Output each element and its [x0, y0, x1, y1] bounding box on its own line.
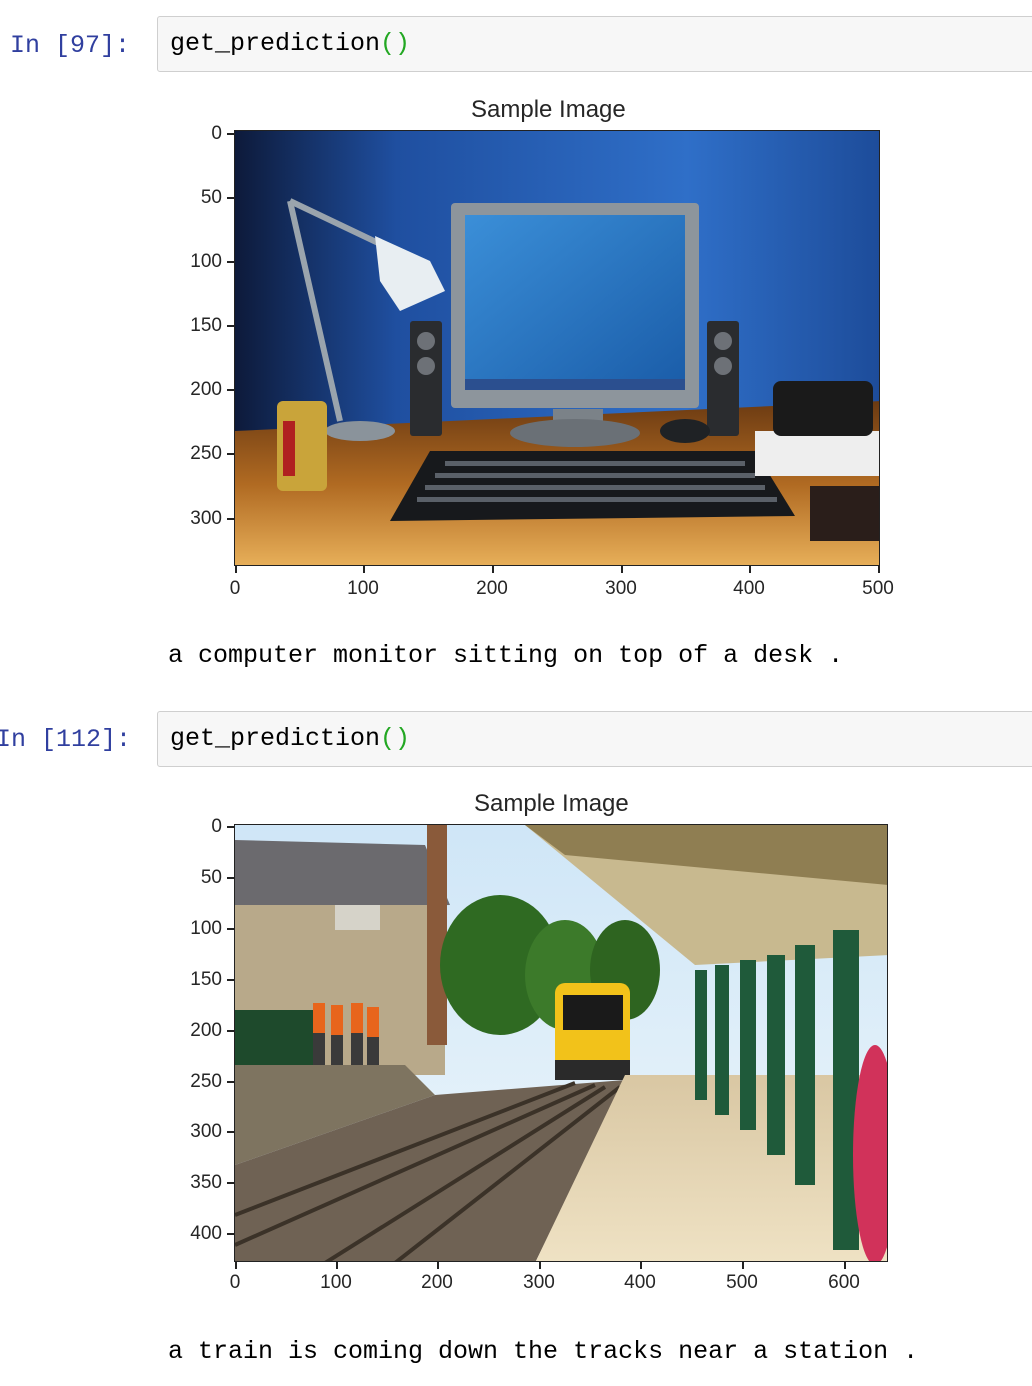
code-input[interactable]: get_prediction() [157, 16, 1032, 72]
x-tick-mark [363, 566, 365, 573]
x-tick-label: 0 [229, 578, 241, 599]
y-tick-mark [227, 979, 234, 981]
code-input[interactable]: get_prediction() [157, 711, 1032, 767]
code-parens: () [380, 29, 411, 58]
y-tick-label: 300 [190, 1121, 222, 1142]
code-parens: () [380, 724, 411, 753]
x-tick-mark [437, 1262, 439, 1269]
y-tick-mark [227, 261, 234, 263]
y-tick-label: 0 [211, 816, 222, 837]
x-tick-label: 500 [862, 578, 894, 599]
code-text: get_prediction() [170, 29, 410, 58]
sample-image-desk [234, 130, 880, 566]
x-tick-label: 500 [726, 1272, 758, 1293]
x-tick-mark [539, 1262, 541, 1269]
y-tick-label: 400 [190, 1223, 222, 1244]
y-tick-mark [227, 1131, 234, 1133]
y-tick-mark [227, 133, 234, 135]
y-tick-mark [227, 1233, 234, 1235]
x-tick-label: 300 [523, 1272, 555, 1293]
x-tick-mark [621, 566, 623, 573]
x-tick-label: 600 [828, 1272, 860, 1293]
x-tick-mark [742, 1262, 744, 1269]
y-tick-label: 100 [190, 918, 222, 939]
y-tick-label: 200 [190, 379, 222, 400]
x-tick-mark [235, 1262, 237, 1269]
plot-title: Sample Image [474, 790, 629, 817]
train-station-image [235, 825, 887, 1261]
y-tick-label: 100 [190, 251, 222, 272]
input-prompt: In [97]: [10, 31, 131, 60]
y-tick-mark [227, 1081, 234, 1083]
x-tick-mark [492, 566, 494, 573]
y-tick-label: 0 [211, 123, 222, 144]
input-prompt: In [112]: [0, 725, 132, 754]
desk-image [235, 131, 879, 565]
y-tick-mark [227, 877, 234, 879]
y-tick-mark [227, 453, 234, 455]
y-tick-mark [227, 325, 234, 327]
x-tick-mark [235, 566, 237, 573]
x-tick-label: 200 [421, 1272, 453, 1293]
x-tick-mark [336, 1262, 338, 1269]
x-tick-mark [640, 1262, 642, 1269]
x-tick-mark [844, 1262, 846, 1269]
x-tick-label: 400 [624, 1272, 656, 1293]
y-tick-label: 350 [190, 1172, 222, 1193]
y-tick-mark [227, 1030, 234, 1032]
y-tick-mark [227, 928, 234, 930]
x-tick-label: 300 [605, 578, 637, 599]
x-tick-label: 200 [476, 578, 508, 599]
y-tick-label: 200 [190, 1020, 222, 1041]
y-tick-label: 250 [190, 443, 222, 464]
sample-image-train [234, 824, 888, 1262]
plot-title: Sample Image [471, 96, 626, 123]
y-tick-mark [227, 518, 234, 520]
prediction-caption: a computer monitor sitting on top of a d… [168, 641, 844, 670]
y-tick-label: 250 [190, 1071, 222, 1092]
x-tick-label: 0 [229, 1272, 241, 1293]
code-text: get_prediction() [170, 724, 410, 753]
y-tick-label: 50 [200, 867, 222, 888]
x-tick-label: 400 [733, 578, 765, 599]
y-tick-label: 50 [200, 187, 222, 208]
x-tick-label: 100 [320, 1272, 352, 1293]
x-tick-mark [878, 566, 880, 573]
y-tick-mark [227, 389, 234, 391]
y-tick-mark [227, 826, 234, 828]
x-tick-label: 100 [347, 578, 379, 599]
y-tick-label: 150 [190, 969, 222, 990]
code-function: get_prediction [170, 724, 381, 753]
y-tick-label: 150 [190, 315, 222, 336]
y-tick-mark [227, 197, 234, 199]
y-tick-label: 300 [190, 508, 222, 529]
code-function: get_prediction [170, 29, 381, 58]
y-tick-mark [227, 1182, 234, 1184]
x-tick-mark [749, 566, 751, 573]
prediction-caption: a train is coming down the tracks near a… [168, 1337, 919, 1366]
